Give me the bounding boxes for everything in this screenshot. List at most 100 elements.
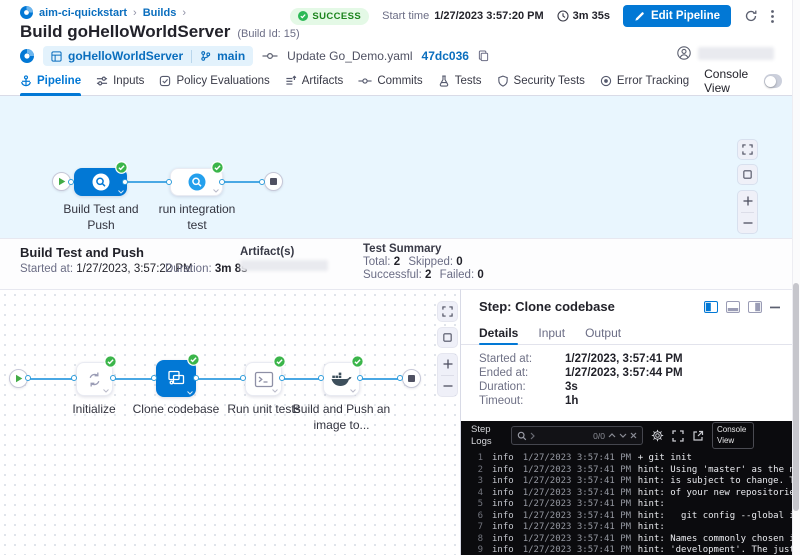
branch-name[interactable]: main (217, 49, 245, 63)
play-icon (15, 374, 23, 383)
fit-to-screen-icon[interactable] (438, 328, 457, 347)
connector-dot (25, 375, 31, 381)
refresh-icon[interactable] (744, 9, 758, 23)
close-icon[interactable] (630, 432, 637, 439)
breadcrumb-project[interactable]: aim-ci-quickstart (39, 7, 127, 19)
step-label-clone-codebase[interactable]: Clone codebase (131, 402, 221, 418)
tab-input[interactable]: Input (538, 322, 565, 344)
layout-split-right-icon[interactable] (704, 301, 718, 313)
log-level: info (492, 545, 514, 555)
log-line-number: 4 (471, 488, 483, 500)
shield-icon (497, 75, 509, 87)
artifact-value-redacted (240, 260, 328, 271)
console-view-button[interactable]: Console View (712, 422, 754, 449)
tab-commits[interactable]: Commits (358, 67, 422, 96)
stage-success-badge (211, 161, 224, 174)
tab-security-tests[interactable]: Security Tests (497, 67, 585, 96)
pipeline-end-node[interactable] (264, 172, 283, 191)
fit-to-screen-icon[interactable] (738, 165, 757, 184)
tab-pipeline[interactable]: Pipeline (20, 67, 81, 96)
commit-message[interactable]: Update Go_Demo.yaml (287, 49, 412, 63)
chevron-down-icon[interactable] (619, 433, 627, 438)
tab-policy-evaluations[interactable]: Policy Evaluations (159, 67, 269, 96)
log-level: info (492, 465, 514, 477)
step-logs-console: Step Logs 0/0 Console (461, 421, 792, 555)
minimize-icon[interactable] (770, 306, 780, 309)
tab-inputs[interactable]: Inputs (96, 67, 144, 96)
log-line: 2info1/27/2023 3:57:41 PMhint: Using 'ma… (471, 465, 792, 477)
execution-end-node[interactable] (402, 369, 421, 388)
log-line: 9info1/27/2023 3:57:41 PMhint: 'developm… (471, 545, 792, 555)
copy-icon[interactable] (478, 50, 489, 62)
fullscreen-icon[interactable] (672, 430, 684, 442)
tab-details[interactable]: Details (479, 322, 518, 344)
log-line: 3info1/27/2023 3:57:41 PMhint: is subjec… (471, 476, 792, 488)
tab-tests[interactable]: Tests (438, 67, 482, 96)
tab-output[interactable]: Output (585, 322, 621, 344)
connector-dot (68, 179, 74, 185)
log-line: 5info1/27/2023 3:57:41 PMhint: (471, 499, 792, 511)
clone-codebase-icon (166, 368, 187, 389)
execution-graph-canvas[interactable]: Initialize Clone codebase Run unit tests… (0, 289, 460, 555)
log-line: 4info1/27/2023 3:57:41 PMhint: of your n… (471, 488, 792, 500)
kebab-menu-icon[interactable] (771, 10, 774, 23)
log-line-number: 2 (471, 465, 483, 477)
scrollbar-track[interactable] (792, 0, 800, 555)
connector-dot (357, 375, 363, 381)
target-icon (600, 75, 612, 87)
connector-dot (259, 179, 265, 185)
stage-label-run-integration-test[interactable]: run integration test (152, 202, 242, 233)
zoom-in-button[interactable] (738, 191, 757, 212)
tab-error-tracking[interactable]: Error Tracking (600, 67, 689, 96)
breadcrumb: aim-ci-quickstart › Builds › (20, 6, 186, 19)
repo-name[interactable]: goHelloWorldServer (68, 49, 183, 63)
log-lines[interactable]: 1info1/27/2023 3:57:41 PM+ git init 2inf… (461, 450, 792, 555)
stage-graph-canvas[interactable]: Build Test and Push run integration test (0, 96, 800, 238)
commit-sha-link[interactable]: 47dc036 (422, 49, 469, 63)
commits-icon (358, 76, 372, 86)
tab-artifacts[interactable]: Artifacts (285, 67, 344, 96)
log-message: hint: is subject to change. To configur (638, 476, 792, 488)
user-icon (677, 46, 691, 60)
scrollbar-thumb[interactable] (793, 283, 799, 511)
step-success-badge (273, 355, 286, 368)
repo-branch-chip[interactable]: goHelloWorldServer main (43, 46, 253, 66)
log-timestamp: 1/27/2023 3:57:41 PM (523, 465, 625, 477)
zoom-out-button[interactable] (438, 376, 457, 397)
fullscreen-icon[interactable] (738, 140, 757, 159)
connector-dot (166, 179, 172, 185)
log-level: info (492, 511, 514, 523)
stage-label-build-test-push[interactable]: Build Test and Push (56, 202, 146, 233)
settings-gear-icon[interactable] (651, 429, 664, 442)
connector-dot (240, 375, 246, 381)
edit-pipeline-button[interactable]: Edit Pipeline (623, 5, 731, 27)
log-message: hint: 'development'. The just-created b (638, 545, 792, 555)
step-label-initialize[interactable]: Initialize (54, 402, 134, 418)
breadcrumb-builds[interactable]: Builds (143, 7, 177, 19)
log-line-number: 1 (471, 453, 483, 465)
connector-dot (151, 375, 157, 381)
connector-dot (397, 375, 403, 381)
chevron-down-icon (272, 389, 278, 393)
log-search-input[interactable]: 0/0 (511, 426, 643, 445)
clock-icon (557, 10, 569, 22)
ci-stage-icon (91, 172, 111, 192)
user-email-redacted (698, 47, 774, 60)
log-level: info (492, 476, 514, 488)
fullscreen-icon[interactable] (438, 302, 457, 321)
layout-right-docked-icon[interactable] (748, 301, 762, 313)
zoom-in-button[interactable] (438, 354, 457, 375)
chevron-up-icon[interactable] (608, 433, 616, 438)
external-link-icon[interactable] (692, 430, 704, 442)
commit-icon (262, 51, 278, 61)
field-started-at: Started at: 1/27/2023, 3:57:41 PM (479, 353, 683, 367)
console-view-toggle[interactable] (764, 74, 782, 88)
layout-bottom-icon[interactable] (726, 301, 740, 313)
log-timestamp: 1/27/2023 3:57:41 PM (523, 511, 625, 523)
stage-details-strip: Build Test and Push Started at: 1/27/202… (0, 238, 800, 289)
test-summary-line2: Successful: 2 Failed: 0 (363, 269, 484, 281)
zoom-out-button[interactable] (738, 213, 757, 234)
log-message: hint: (638, 499, 792, 511)
step-detail-fields: Started at: 1/27/2023, 3:57:41 PM Ended … (479, 353, 683, 409)
step-label-build-push-image[interactable]: Build and Push an image to... (291, 402, 392, 433)
